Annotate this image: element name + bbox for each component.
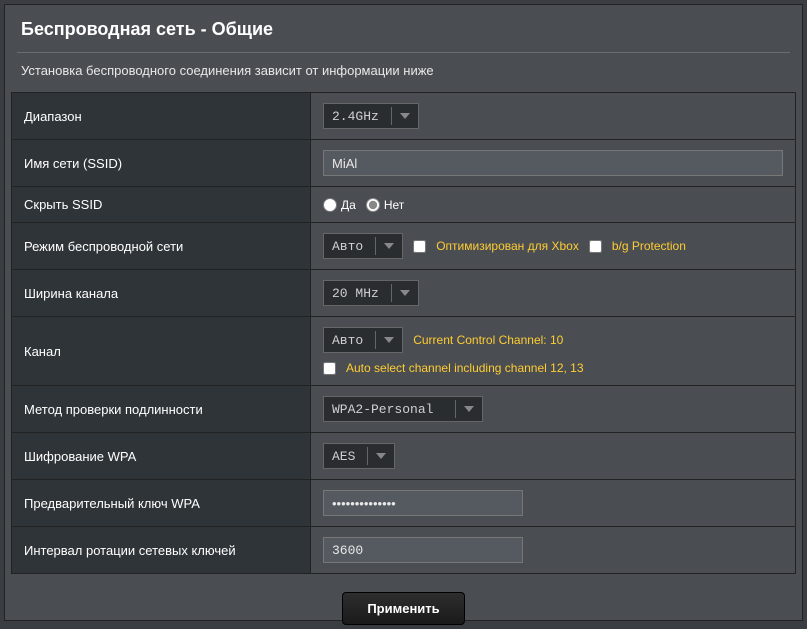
row-hide-ssid: Скрыть SSID Да Нет [12,187,796,223]
hide-ssid-no-label: Нет [384,198,404,212]
width-select-value: 20 MHz [332,286,379,301]
chevron-down-icon [384,337,394,343]
chevron-down-icon [400,290,410,296]
wpa-enc-select[interactable]: AES [323,443,395,469]
bg-protection-checkbox[interactable] [589,240,602,253]
band-select-value: 2.4GHz [332,109,379,124]
label-band: Диапазон [12,93,311,140]
row-wpa-enc: Шифрование WPA AES [12,433,796,480]
chevron-down-icon [384,243,394,249]
panel-subtitle: Установка беспроводного соединения завис… [5,63,802,92]
label-channel: Канал [12,317,311,386]
mode-select[interactable]: Авто [323,233,403,259]
apply-button[interactable]: Применить [342,592,464,625]
row-width: Ширина канала 20 MHz [12,270,796,317]
wireless-settings-panel: Беспроводная сеть - Общие Установка бесп… [4,4,803,621]
panel-title: Беспроводная сеть - Общие [5,5,802,48]
rotation-input[interactable] [323,537,523,563]
settings-table: Диапазон 2.4GHz Имя сети (SSID) Скрыть S… [11,92,796,574]
auth-select-value: WPA2-Personal [332,402,433,417]
label-hide-ssid: Скрыть SSID [12,187,311,223]
wpa-key-input[interactable] [323,490,523,516]
label-rotation: Интервал ротации сетевых ключей [12,527,311,574]
hide-ssid-no-radio[interactable] [366,198,380,212]
channel-select[interactable]: Авто [323,327,403,353]
row-wpa-key: Предварительный ключ WPA [12,480,796,527]
label-auth: Метод проверки подлинности [12,386,311,433]
hide-ssid-yes-label: Да [341,198,356,212]
wpa-enc-select-value: AES [332,449,355,464]
divider [17,52,790,53]
row-band: Диапазон 2.4GHz [12,93,796,140]
row-rotation: Интервал ротации сетевых ключей [12,527,796,574]
label-wpa-key: Предварительный ключ WPA [12,480,311,527]
row-auth: Метод проверки подлинности WPA2-Personal [12,386,796,433]
auth-select[interactable]: WPA2-Personal [323,396,483,422]
label-mode: Режим беспроводной сети [12,223,311,270]
mode-select-value: Авто [332,239,363,254]
chevron-down-icon [464,406,474,412]
row-mode: Режим беспроводной сети Авто Оптимизиров… [12,223,796,270]
auto-channel-checkbox[interactable] [323,362,336,375]
label-width: Ширина канала [12,270,311,317]
ssid-input[interactable] [323,150,783,176]
xbox-label: Оптимизирован для Xbox [436,239,579,253]
chevron-down-icon [400,113,410,119]
hide-ssid-yes-radio[interactable] [323,198,337,212]
label-wpa-enc: Шифрование WPA [12,433,311,480]
label-ssid: Имя сети (SSID) [12,140,311,187]
channel-select-value: Авто [332,333,363,348]
width-select[interactable]: 20 MHz [323,280,419,306]
row-ssid: Имя сети (SSID) [12,140,796,187]
xbox-checkbox[interactable] [413,240,426,253]
bg-protection-label: b/g Protection [612,239,686,253]
chevron-down-icon [376,453,386,459]
auto-channel-label: Auto select channel including channel 12… [346,361,584,375]
hide-ssid-radios: Да Нет [323,198,783,212]
current-channel-text: Current Control Channel: 10 [413,333,563,347]
band-select[interactable]: 2.4GHz [323,103,419,129]
row-channel: Канал Авто Current Control Channel: 10 A… [12,317,796,386]
